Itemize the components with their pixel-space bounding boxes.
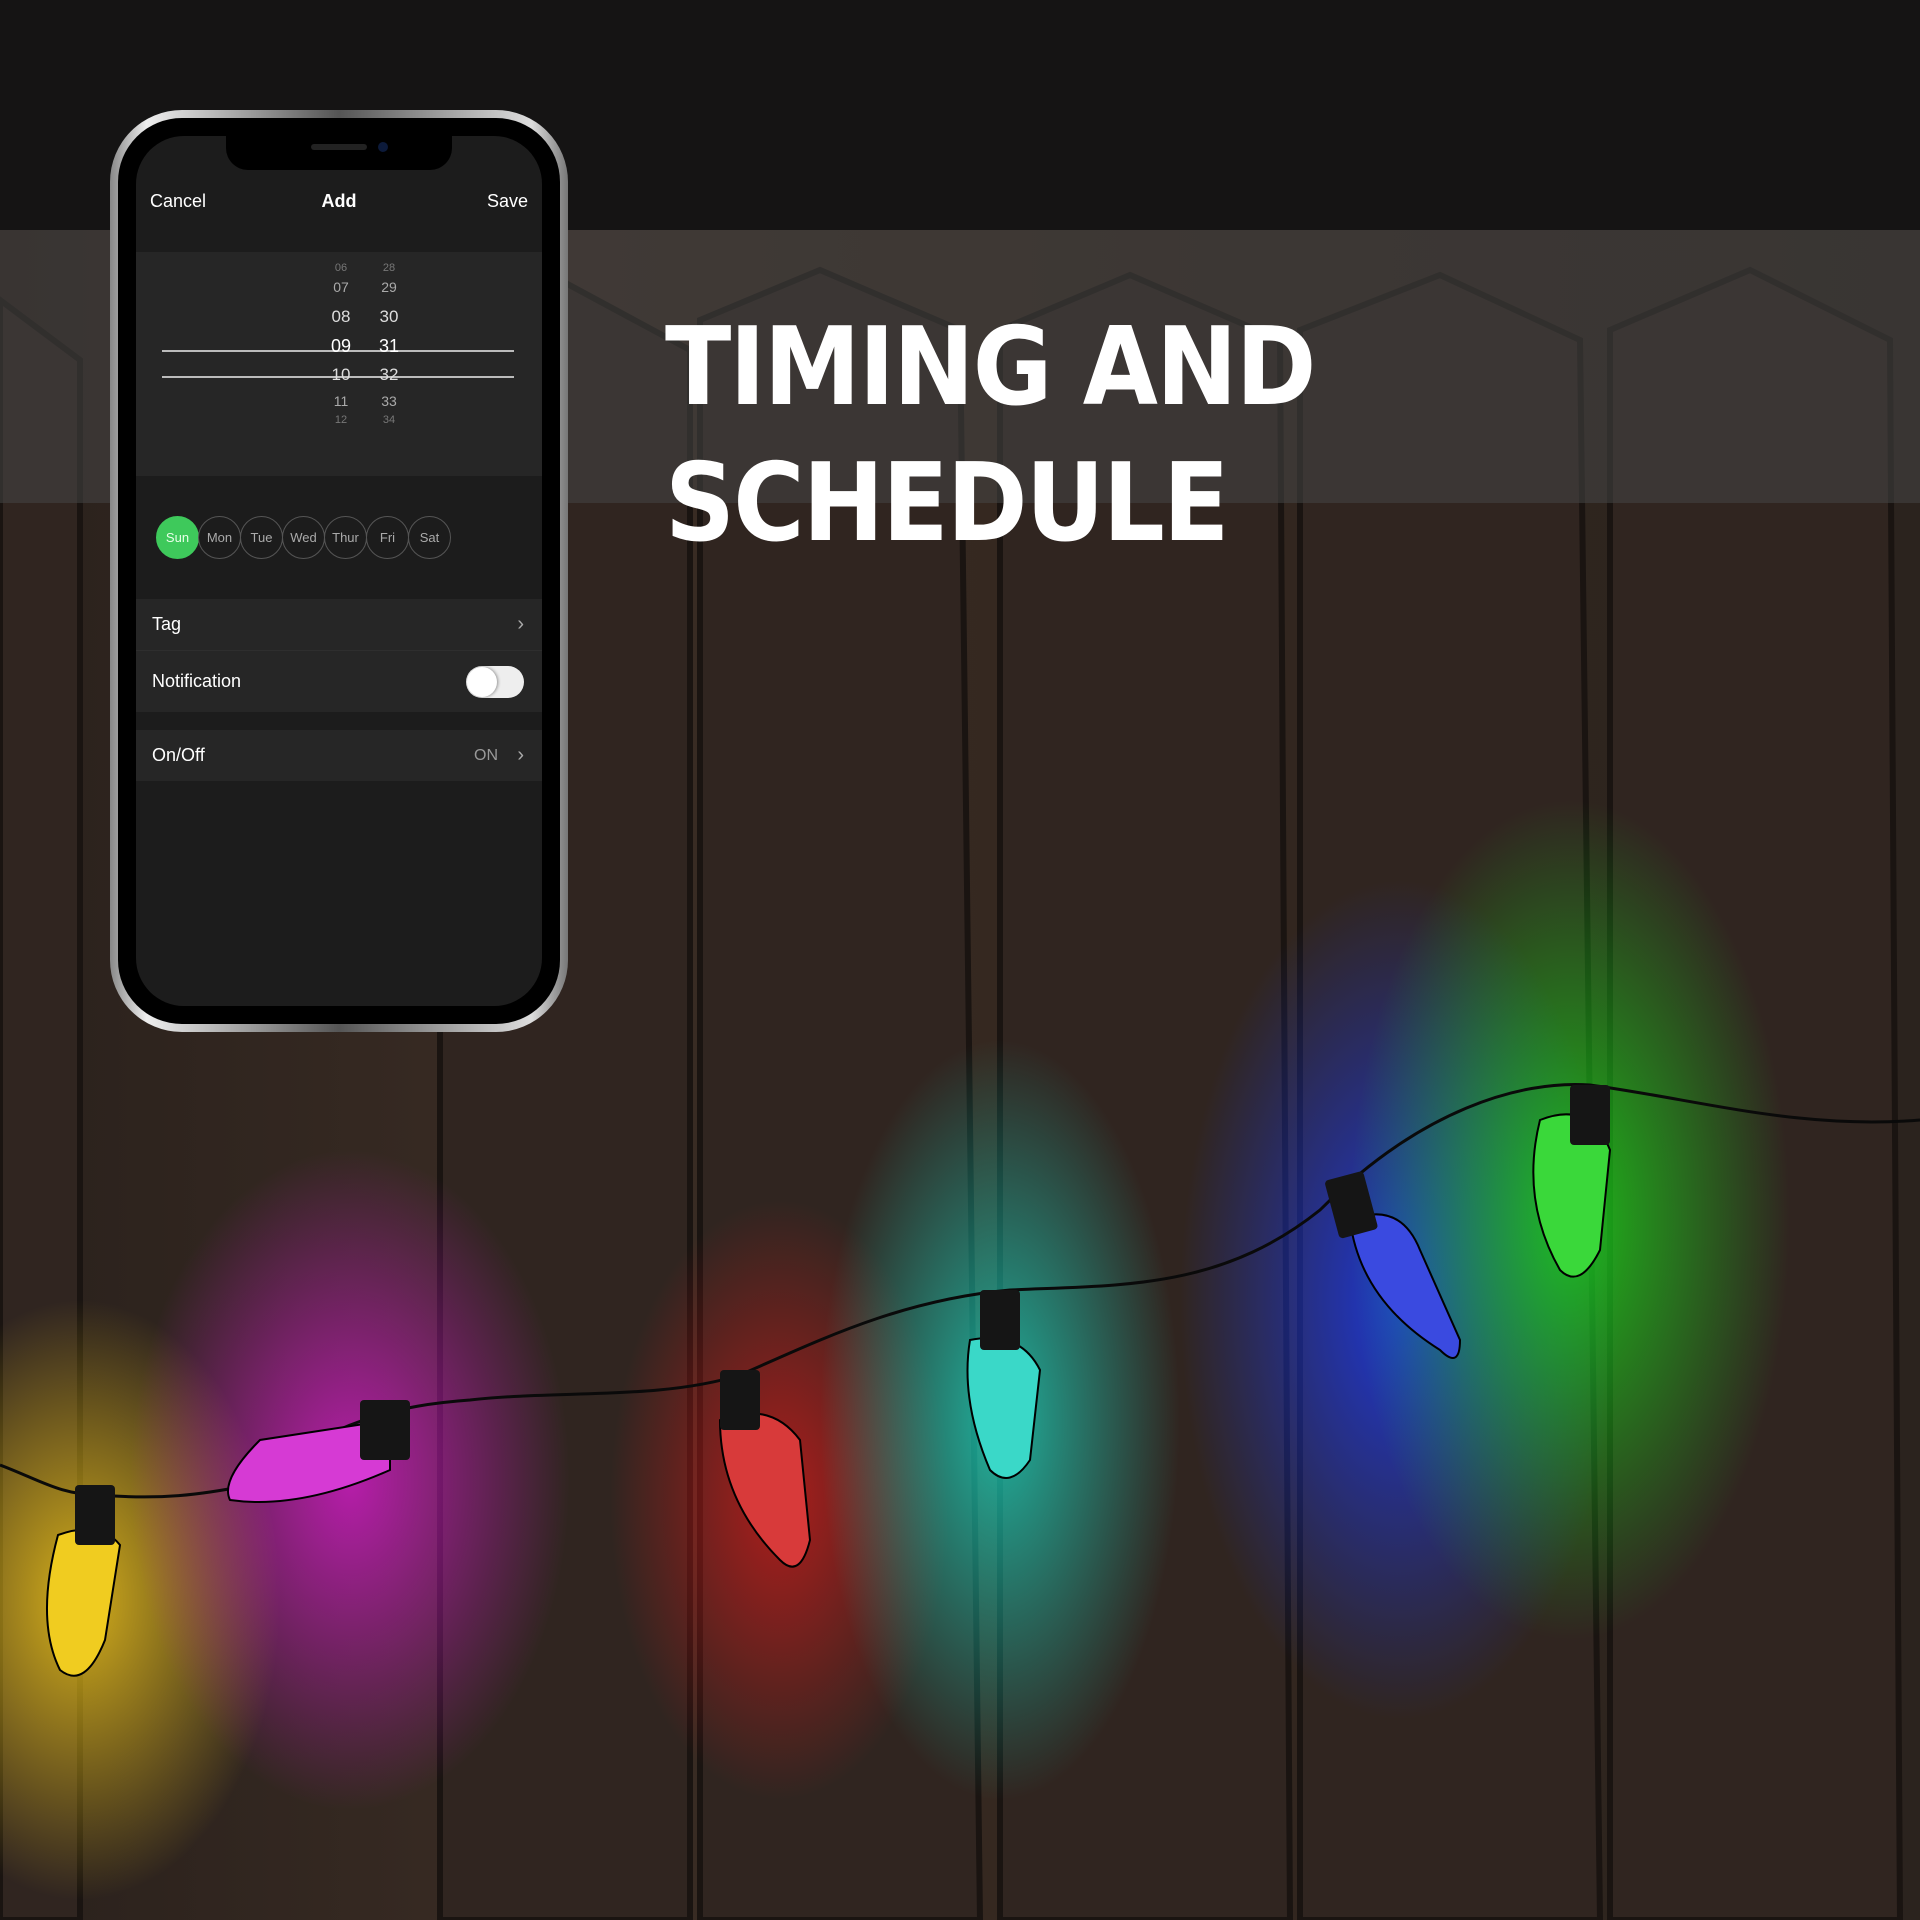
save-button[interactable]: Save: [487, 191, 528, 212]
hour-option[interactable]: 06: [316, 262, 366, 274]
onoff-row[interactable]: On/Off ON ›: [136, 730, 542, 781]
hour-option[interactable]: 12: [316, 414, 366, 426]
minute-option[interactable]: 33: [364, 393, 414, 409]
nav-bar: Cancel Add Save: [136, 191, 542, 221]
day-sat[interactable]: Sat: [408, 516, 451, 559]
tag-row[interactable]: Tag ›: [136, 599, 542, 650]
cancel-button[interactable]: Cancel: [150, 191, 206, 212]
phone-notch: [226, 136, 452, 170]
minute-option[interactable]: 30: [364, 307, 414, 327]
hour-option[interactable]: 10: [316, 365, 366, 385]
chevron-right-icon: ›: [517, 744, 524, 766]
chevron-right-icon: ›: [517, 613, 524, 635]
hour-option[interactable]: 08: [316, 307, 366, 327]
onoff-label: On/Off: [152, 745, 205, 765]
hour-option[interactable]: 11: [316, 393, 366, 409]
day-sun[interactable]: Sun: [156, 516, 199, 559]
app-screen: Cancel Add Save 06 07 08 09 10 11 12 28 29 30 31 32…: [136, 136, 542, 1006]
tag-label: Tag: [152, 614, 182, 634]
phone-mockup: Cancel Add Save 06 07 08 09 10 11 12 28 29 30 31 32…: [110, 110, 568, 1032]
notification-label: Notification: [152, 671, 242, 691]
notification-row: Notification: [136, 650, 542, 712]
minute-option[interactable]: 34: [364, 414, 414, 426]
day-fri[interactable]: Fri: [366, 516, 409, 559]
camera-icon: [378, 142, 388, 152]
day-tue[interactable]: Tue: [240, 516, 283, 559]
time-picker[interactable]: 06 07 08 09 10 11 12 28 29 30 31 32 33 34: [136, 252, 542, 476]
day-mon[interactable]: Mon: [198, 516, 241, 559]
onoff-value: ON: [474, 746, 498, 764]
notification-toggle[interactable]: [466, 665, 524, 698]
minute-option[interactable]: 32: [364, 365, 414, 385]
day-wed[interactable]: Wed: [282, 516, 325, 559]
minute-option[interactable]: 28: [364, 262, 414, 274]
hour-option[interactable]: 07: [316, 279, 366, 295]
minute-option[interactable]: 31: [364, 336, 414, 357]
day-thur[interactable]: Thur: [324, 516, 367, 559]
hour-option[interactable]: 09: [316, 336, 366, 357]
minute-option[interactable]: 29: [364, 279, 414, 295]
